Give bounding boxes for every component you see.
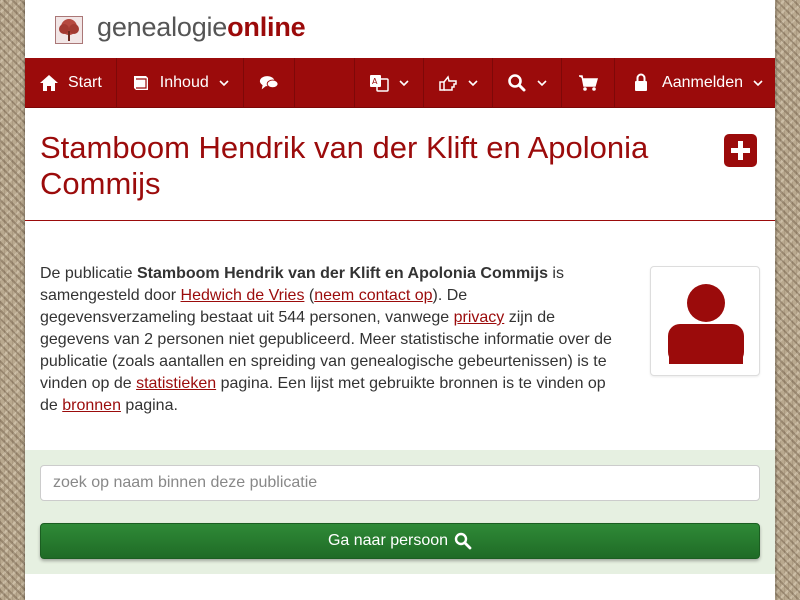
site-logo-text[interactable]: genealogieonline	[97, 12, 306, 43]
go-to-person-label: Ga naar persoon	[327, 532, 449, 549]
nav-forum[interactable]	[244, 58, 295, 108]
user-avatar-icon	[658, 274, 753, 369]
lock-icon	[633, 73, 653, 93]
svg-text:A: A	[372, 77, 378, 86]
author-link[interactable]: Hedwich de Vries	[181, 287, 305, 304]
chevron-down-icon	[753, 79, 763, 87]
plus-square-icon[interactable]	[724, 134, 757, 167]
sources-link[interactable]: bronnen	[62, 397, 121, 414]
nav-inhoud-label: Inhoud	[159, 74, 209, 91]
nav-language[interactable]: A	[355, 58, 425, 108]
privacy-link[interactable]: privacy	[454, 309, 505, 326]
nav-spacer	[295, 58, 356, 107]
cart-icon	[578, 73, 599, 93]
publication-name: Stamboom Hendrik van der Klift en Apolon…	[136, 265, 548, 282]
chevron-down-icon	[399, 79, 409, 87]
brand-part-1: genealogie	[97, 12, 228, 42]
nav-pointer-menu[interactable]	[424, 58, 494, 108]
chevron-down-icon	[219, 79, 229, 87]
nav-inhoud[interactable]: Inhoud	[117, 58, 244, 108]
chevron-down-icon	[468, 79, 478, 87]
brand-bar: genealogieonline	[25, 0, 775, 58]
nav-aanmelden-label: Aanmelden	[662, 74, 743, 91]
nav-aanmelden[interactable]: Aanmelden	[615, 58, 775, 108]
brand-part-2: online	[227, 12, 306, 42]
intro-text-3: (	[304, 287, 315, 304]
hand-point-icon	[438, 73, 458, 93]
chevron-down-icon	[537, 79, 547, 87]
main-navbar: Start Inhoud A Aanmelden	[25, 58, 775, 108]
intro-text-7: pagina.	[120, 397, 178, 414]
nav-start[interactable]: Start	[25, 58, 117, 108]
nav-cart[interactable]	[562, 58, 616, 108]
translate-icon: A	[369, 73, 389, 93]
book-icon	[131, 73, 151, 93]
title-section: Stamboom Hendrik van der Klift en Apolon…	[25, 108, 775, 221]
tree-logo-icon[interactable]	[55, 16, 83, 44]
statistics-link[interactable]: statistieken	[136, 375, 216, 392]
nav-start-label: Start	[68, 74, 102, 91]
search-icon	[454, 532, 472, 550]
home-icon	[39, 73, 59, 93]
search-input[interactable]	[40, 465, 760, 501]
search-icon	[507, 73, 527, 93]
page-container: genealogieonline Start Inhoud A Aanmelde…	[25, 0, 775, 600]
page-title: Stamboom Hendrik van der Klift en Apolon…	[40, 130, 649, 201]
go-to-person-button[interactable]: Ga naar persoon	[40, 523, 760, 559]
contact-link[interactable]: neem contact op	[314, 287, 432, 304]
comments-icon	[259, 73, 279, 93]
person-search-panel: Ga naar persoon	[25, 450, 775, 574]
publication-intro: De publicatie Stamboom Hendrik van der K…	[40, 263, 625, 417]
nav-search[interactable]	[493, 58, 563, 108]
author-avatar-card[interactable]	[650, 266, 760, 376]
intro-text-1: De publicatie	[40, 265, 137, 282]
